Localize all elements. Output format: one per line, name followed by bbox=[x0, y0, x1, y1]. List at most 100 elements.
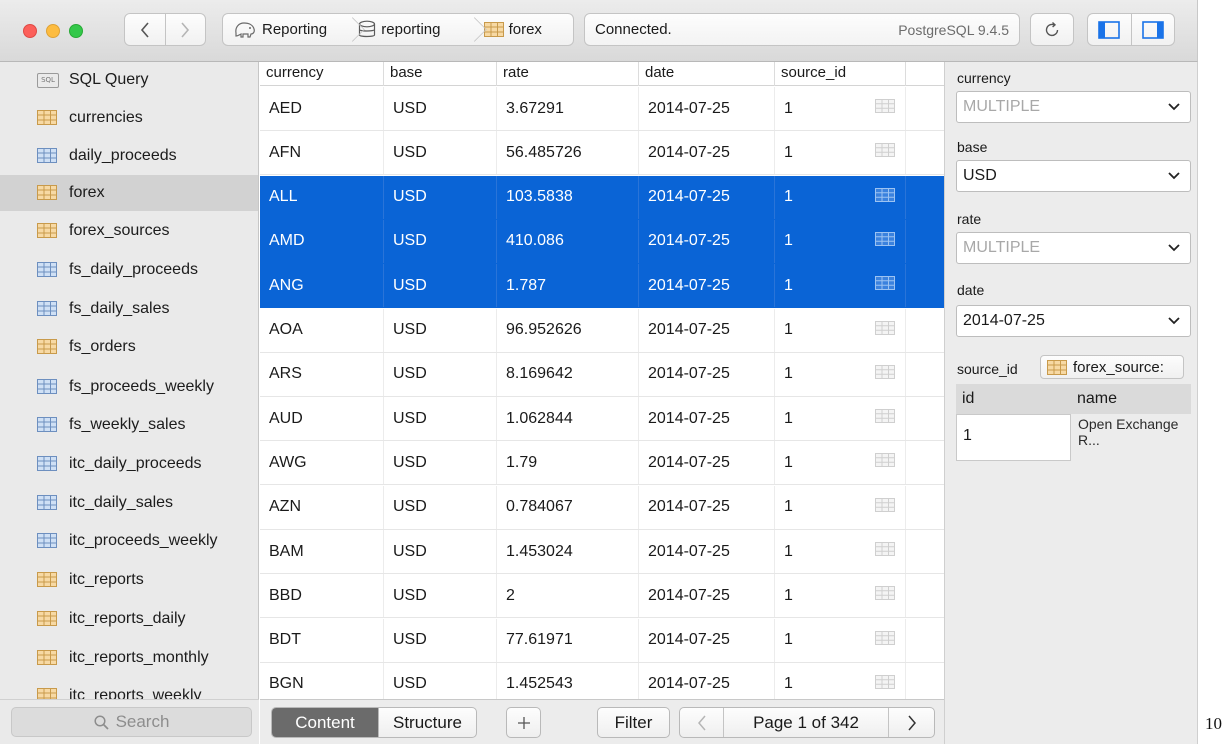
foreign-key-link-icon[interactable] bbox=[875, 187, 895, 207]
table-row[interactable]: AFN USD 56.485726 2014-07-25 1 bbox=[260, 131, 944, 176]
sidebar-item-itc-reports[interactable]: itc_reports bbox=[8, 562, 258, 598]
base-select[interactable]: USD bbox=[956, 160, 1191, 192]
cell-date[interactable]: 2014-07-25 bbox=[639, 87, 775, 130]
table-row[interactable]: BGN USD 1.452543 2014-07-25 1 bbox=[260, 662, 944, 699]
cell-base[interactable]: USD bbox=[384, 175, 497, 219]
table-row[interactable]: ARS USD 8.169642 2014-07-25 1 bbox=[260, 352, 944, 397]
cell-currency[interactable]: BGN bbox=[260, 662, 384, 699]
cell-currency[interactable]: ARS bbox=[260, 352, 384, 396]
breadcrumb-table[interactable]: forex bbox=[470, 14, 573, 45]
cell-rate[interactable]: 1.452543 bbox=[497, 662, 639, 699]
cell-rate[interactable]: 1.787 bbox=[497, 264, 639, 308]
cell-currency[interactable]: AFN bbox=[260, 131, 384, 175]
cell-currency[interactable]: AUD bbox=[260, 397, 384, 441]
foreign-key-link-icon[interactable] bbox=[875, 542, 895, 561]
foreign-key-link-icon[interactable] bbox=[875, 674, 895, 694]
cell-source-id[interactable]: 1 bbox=[775, 485, 906, 529]
cell-rate[interactable]: 0.784067 bbox=[497, 485, 639, 529]
breadcrumb-connection[interactable]: Reporting bbox=[223, 14, 348, 45]
sidebar-item-daily-proceeds[interactable]: daily_proceeds bbox=[8, 138, 258, 174]
cell-date[interactable]: 2014-07-25 bbox=[639, 308, 775, 352]
sidebar-item-itc-proceeds-weekly[interactable]: itc_proceeds_weekly bbox=[8, 523, 258, 559]
fk-cell-id[interactable]: 1 bbox=[956, 414, 1071, 461]
cell-source-id[interactable]: 1 bbox=[775, 308, 906, 352]
cell-source-id[interactable]: 1 bbox=[775, 662, 906, 699]
sidebar-item-itc-reports-daily[interactable]: itc_reports_daily bbox=[8, 601, 258, 637]
cell-source-id[interactable]: 1 bbox=[775, 219, 906, 263]
cell-rate[interactable]: 1.79 bbox=[497, 441, 639, 485]
cell-currency[interactable]: AMD bbox=[260, 219, 384, 263]
foreign-key-link-icon[interactable] bbox=[875, 497, 895, 517]
cell-source-id[interactable]: 1 bbox=[775, 574, 906, 618]
cell-rate[interactable]: 2 bbox=[497, 574, 639, 618]
table-row[interactable]: AMD USD 410.086 2014-07-25 1 bbox=[260, 219, 944, 264]
cell-source-id[interactable]: 1 bbox=[775, 397, 906, 441]
forward-button[interactable] bbox=[164, 14, 205, 45]
cell-date[interactable]: 2014-07-25 bbox=[639, 219, 775, 263]
currency-select[interactable]: MULTIPLE bbox=[956, 91, 1191, 123]
sidebar-item-sql-query[interactable]: SQL SQL Query bbox=[8, 62, 258, 98]
sidebar-item-fs-proceeds-weekly[interactable]: fs_proceeds_weekly bbox=[8, 369, 258, 405]
foreign-key-link-icon[interactable] bbox=[875, 630, 895, 650]
next-page-button[interactable] bbox=[888, 708, 934, 737]
foreign-key-preview-row[interactable]: 1 Open Exchange R... bbox=[956, 414, 1191, 461]
toggle-sidebar-button[interactable] bbox=[1088, 14, 1131, 45]
cell-currency[interactable]: ALL bbox=[260, 175, 384, 219]
rate-select[interactable]: MULTIPLE bbox=[956, 232, 1191, 264]
sidebar-item-itc-daily-proceeds[interactable]: itc_daily_proceeds bbox=[8, 446, 258, 482]
cell-date[interactable]: 2014-07-25 bbox=[639, 441, 775, 485]
cell-rate[interactable]: 1.453024 bbox=[497, 530, 639, 573]
cell-source-id[interactable]: 1 bbox=[775, 131, 906, 175]
table-row[interactable]: ANG USD 1.787 2014-07-25 1 bbox=[260, 264, 944, 309]
cell-source-id[interactable]: 1 bbox=[775, 264, 906, 308]
cell-currency[interactable]: BDT bbox=[260, 618, 384, 662]
cell-rate[interactable]: 3.67291 bbox=[497, 87, 639, 130]
cell-date[interactable]: 2014-07-25 bbox=[639, 574, 775, 618]
date-select[interactable]: 2014-07-25 bbox=[956, 305, 1191, 337]
cell-source-id[interactable]: 1 bbox=[775, 87, 906, 130]
cell-source-id[interactable]: 1 bbox=[775, 618, 906, 662]
sidebar-item-forex-sources[interactable]: forex_sources bbox=[8, 213, 258, 249]
foreign-key-link-icon[interactable] bbox=[875, 143, 895, 162]
foreign-key-link-icon[interactable] bbox=[875, 99, 895, 118]
column-header-base[interactable]: base bbox=[384, 62, 497, 86]
sidebar-item-fs-daily-sales[interactable]: fs_daily_sales bbox=[8, 291, 258, 327]
cell-base[interactable]: USD bbox=[384, 87, 497, 130]
back-button[interactable] bbox=[125, 14, 165, 45]
cell-rate[interactable]: 1.062844 bbox=[497, 397, 639, 441]
sidebar-item-forex[interactable]: forex bbox=[0, 175, 258, 211]
foreign-key-link-icon[interactable] bbox=[875, 364, 895, 384]
table-row[interactable]: AWG USD 1.79 2014-07-25 1 bbox=[260, 441, 944, 486]
cell-base[interactable]: USD bbox=[384, 574, 497, 618]
cell-base[interactable]: USD bbox=[384, 530, 497, 573]
toggle-detail-panel-button[interactable] bbox=[1130, 14, 1174, 45]
table-row[interactable]: BAM USD 1.453024 2014-07-25 1 bbox=[260, 530, 944, 574]
column-header-currency[interactable]: currency bbox=[260, 62, 384, 86]
table-row[interactable]: BDT USD 77.61971 2014-07-25 1 bbox=[260, 618, 944, 663]
cell-base[interactable]: USD bbox=[384, 219, 497, 263]
add-row-button[interactable] bbox=[506, 707, 541, 738]
table-row[interactable]: AED USD 3.67291 2014-07-25 1 bbox=[260, 87, 944, 131]
cell-currency[interactable]: AZN bbox=[260, 485, 384, 529]
foreign-key-link-icon[interactable] bbox=[875, 276, 895, 295]
cell-rate[interactable]: 410.086 bbox=[497, 219, 639, 263]
cell-source-id[interactable]: 1 bbox=[775, 441, 906, 485]
cell-base[interactable]: USD bbox=[384, 264, 497, 308]
foreign-key-link-icon[interactable] bbox=[875, 231, 895, 251]
cell-base[interactable]: USD bbox=[384, 352, 497, 396]
cell-source-id[interactable]: 1 bbox=[775, 175, 906, 219]
cell-rate[interactable]: 56.485726 bbox=[497, 131, 639, 175]
cell-base[interactable]: USD bbox=[384, 308, 497, 352]
foreign-key-link-icon[interactable] bbox=[875, 320, 895, 340]
foreign-key-table-button[interactable]: forex_source: bbox=[1040, 355, 1184, 379]
sidebar-item-fs-weekly-sales[interactable]: fs_weekly_sales bbox=[8, 407, 258, 443]
foreign-key-link-icon[interactable] bbox=[875, 453, 895, 472]
sidebar-item-itc-reports-monthly[interactable]: itc_reports_monthly bbox=[8, 640, 258, 676]
cell-base[interactable]: USD bbox=[384, 131, 497, 175]
sidebar-item-fs-orders[interactable]: fs_orders bbox=[8, 329, 258, 365]
cell-currency[interactable]: ANG bbox=[260, 264, 384, 308]
table-row[interactable]: BBD USD 2 2014-07-25 1 bbox=[260, 574, 944, 619]
cell-date[interactable]: 2014-07-25 bbox=[639, 352, 775, 396]
foreign-key-link-icon[interactable] bbox=[875, 409, 895, 428]
cell-date[interactable]: 2014-07-25 bbox=[639, 175, 775, 219]
